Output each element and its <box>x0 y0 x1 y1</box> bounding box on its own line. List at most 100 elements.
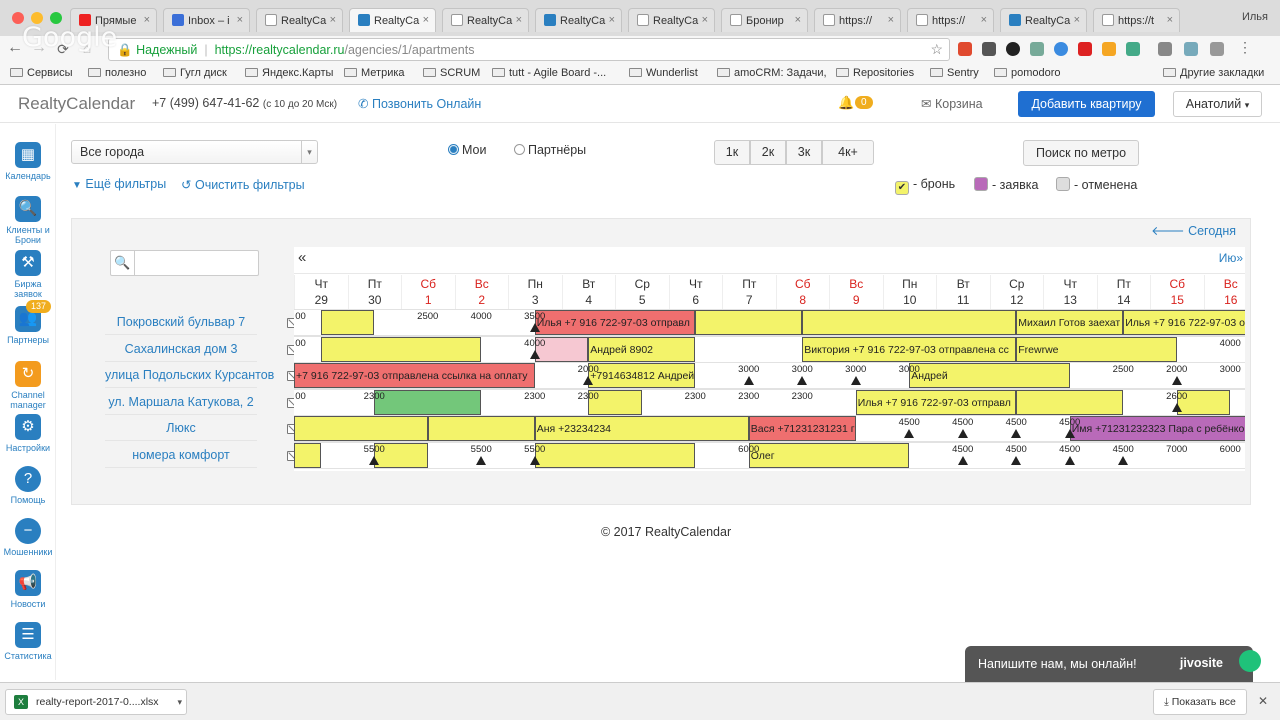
bookmark-item[interactable]: Wunderlist <box>629 67 698 79</box>
sidebar-item[interactable]: ? Помощь <box>0 466 56 505</box>
booking-bar[interactable]: +7 916 722-97-03 отправлена ссылка на оп… <box>294 363 535 389</box>
chat-widget[interactable]: Напишите нам, мы онлайн! jivosite <box>965 646 1261 682</box>
bookmark-item[interactable]: amoCRM: Задачи, <box>717 67 827 79</box>
booking-bar[interactable] <box>1016 389 1124 415</box>
apartment-name-link[interactable]: улица Подольских Курсантов <box>105 362 274 389</box>
close-icon[interactable]: × <box>237 14 243 26</box>
today-link[interactable]: 🡐 Сегодня <box>1151 224 1236 239</box>
extension-icon[interactable] <box>1078 42 1092 56</box>
bookmark-item[interactable]: Яндекс.Карты <box>245 67 333 79</box>
browser-tab[interactable]: https://t × <box>1093 8 1180 32</box>
booking-bar[interactable] <box>802 310 1017 335</box>
metro-search-button[interactable]: Поиск по метро <box>1023 140 1139 166</box>
extension-icon[interactable] <box>1054 42 1068 56</box>
booking-bar[interactable]: Михаил Готов заехат <box>1016 310 1124 335</box>
apartment-name-link[interactable]: Люкс <box>105 415 257 442</box>
download-item[interactable]: X realty-report-2017-0....xlsx ▾ <box>5 689 187 715</box>
chrome-menu-icon[interactable]: ⋮ <box>1236 39 1254 56</box>
bookmark-item[interactable]: Sentry <box>930 67 979 79</box>
booking-bar[interactable]: Илья +7 916 722-97-03 о <box>1123 310 1245 335</box>
close-icon[interactable]: × <box>423 14 429 26</box>
close-icon[interactable]: × <box>795 14 801 26</box>
close-icon[interactable]: × <box>609 14 615 26</box>
sidebar-item[interactable]: 👥 137 Партнеры <box>0 300 56 345</box>
extension-icon[interactable] <box>1184 42 1198 56</box>
room-filter-button[interactable]: 4к+ <box>822 140 874 165</box>
booking-bar[interactable]: Виктория +7 916 722-97-03 отправлена сс <box>802 336 1017 362</box>
extension-icon[interactable] <box>1210 42 1224 56</box>
browser-tab[interactable]: RealtyCa × <box>256 8 343 32</box>
browser-tab[interactable]: https:// × <box>814 8 901 32</box>
browser-tab[interactable]: RealtyCa × <box>628 8 715 32</box>
room-filter-button[interactable]: 2к <box>750 140 786 165</box>
close-icon[interactable]: × <box>702 14 708 26</box>
room-filter-button[interactable]: 1к <box>714 140 750 165</box>
bookmark-item[interactable]: pomodoro <box>994 67 1061 79</box>
bell-icon[interactable]: 🔔 <box>838 95 854 111</box>
bookmark-star-icon[interactable]: ☆ <box>930 41 943 58</box>
bookmark-item[interactable]: Метрика <box>344 67 405 79</box>
booking-bar[interactable]: Frewrwe <box>1016 336 1177 362</box>
browser-tab[interactable]: RealtyCa × <box>349 8 436 32</box>
sidebar-item[interactable]: ↻ Channel manager <box>0 361 56 410</box>
extension-icon[interactable] <box>1006 42 1020 56</box>
city-select[interactable]: Все города ▾ <box>71 140 318 164</box>
booking-bar[interactable] <box>320 310 375 335</box>
close-icon[interactable]: × <box>330 14 336 26</box>
apartment-name-link[interactable]: номера комфорт <box>105 442 257 468</box>
sidebar-item[interactable]: − Мошенники <box>0 518 56 557</box>
extension-icon[interactable] <box>958 42 972 56</box>
browser-tab[interactable]: https:// × <box>907 8 994 32</box>
booking-bar[interactable] <box>294 416 428 442</box>
address-bar[interactable]: 🔒 Надежный | https://realtycalendar.ru/a… <box>108 38 950 61</box>
sidebar-item[interactable]: ▦ Календарь <box>0 142 56 181</box>
bookmark-item[interactable]: Сервисы <box>10 67 73 79</box>
close-icon[interactable]: × <box>888 14 894 26</box>
booking-bar[interactable]: Вася +71231231231 г <box>748 416 856 442</box>
booking-bar[interactable] <box>294 443 321 468</box>
sidebar-item[interactable]: 🔍 Клиенты и Брони <box>0 196 56 245</box>
booking-bar[interactable] <box>427 416 535 442</box>
booking-bar[interactable]: Андрей 8902 <box>588 336 696 362</box>
close-icon[interactable]: ✕ <box>1258 694 1268 708</box>
extension-icon[interactable] <box>1030 42 1044 56</box>
user-menu-button[interactable]: Анатолий ▾ <box>1173 91 1262 117</box>
bookmark-item[interactable]: tutt - Agile Board -... <box>492 67 606 79</box>
browser-tab[interactable]: RealtyCa × <box>535 8 622 32</box>
show-all-downloads-button[interactable]: ⤓ Показать все <box>1153 689 1247 715</box>
extension-icon[interactable] <box>1158 42 1172 56</box>
add-apartment-button[interactable]: Добавить квартиру <box>1018 91 1155 117</box>
sidebar-item[interactable]: ⚙ Настройки <box>0 414 56 453</box>
booking-bar[interactable]: Илья +7 916 722-97-03 отправл <box>855 389 1017 415</box>
sidebar-item[interactable]: ⚒ Биржа заявок <box>0 250 56 299</box>
prev-period-icon[interactable]: « <box>298 249 306 266</box>
clear-filters-link[interactable]: ↺ Очистить фильтры <box>181 177 305 192</box>
app-logo[interactable]: RealtyCalendar <box>18 94 135 114</box>
next-period-link[interactable]: Ию» <box>1219 251 1243 265</box>
cart-link[interactable]: ✉ Корзина <box>921 96 983 111</box>
sidebar-item[interactable]: ☰ Статистика <box>0 622 56 661</box>
booking-bar[interactable]: Аня +23234234 <box>534 416 749 442</box>
apartment-name-link[interactable]: ул. Маршала Катукова, 2 <box>105 389 257 415</box>
bookmark-item[interactable]: Другие закладки <box>1163 67 1264 79</box>
browser-tab[interactable]: RealtyCa × <box>1000 8 1087 32</box>
booking-bar[interactable] <box>320 336 482 362</box>
call-online-link[interactable]: ✆ Позвонить Онлайн <box>358 96 481 111</box>
bookmark-item[interactable]: SCRUM <box>423 67 480 79</box>
apartment-name-link[interactable]: Покровский бульвар 7 <box>105 309 257 335</box>
close-icon[interactable]: × <box>516 14 522 26</box>
close-icon[interactable]: × <box>144 14 150 26</box>
booking-bar[interactable] <box>695 310 803 335</box>
browser-tab[interactable]: Бронир × <box>721 8 808 32</box>
apartment-name-link[interactable]: Сахалинская дом 3 <box>105 336 257 362</box>
chevron-down-icon[interactable]: ▾ <box>177 690 182 714</box>
radio-partners[interactable]: Партнёры <box>514 143 586 157</box>
extension-icon[interactable] <box>1126 42 1140 56</box>
more-filters-link[interactable]: ▼ Ещё фильтры <box>72 177 166 191</box>
browser-tab[interactable]: RealtyCa × <box>442 8 529 32</box>
room-filter-button[interactable]: 3к <box>786 140 822 165</box>
extension-icon[interactable] <box>1102 42 1116 56</box>
close-icon[interactable]: × <box>1074 14 1080 26</box>
radio-mine[interactable]: Мои <box>448 143 487 157</box>
apartment-search-input[interactable]: 🔍 <box>110 250 259 276</box>
